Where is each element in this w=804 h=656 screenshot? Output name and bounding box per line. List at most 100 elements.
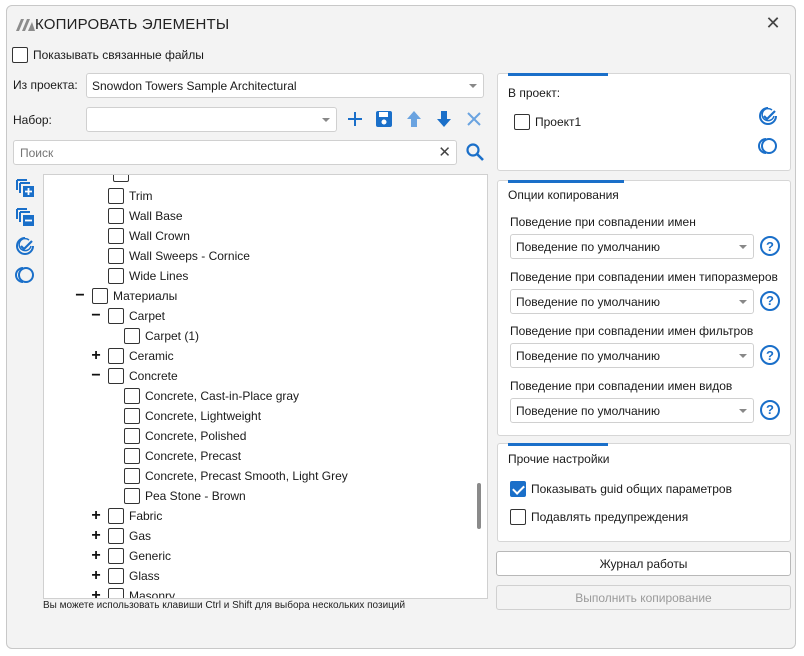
tree-item-checkbox[interactable] bbox=[108, 248, 124, 264]
help-icon[interactable]: ? bbox=[760, 399, 780, 420]
search-input[interactable] bbox=[18, 144, 428, 162]
tree-item-checkbox[interactable] bbox=[92, 288, 108, 304]
select-all-targets-button[interactable] bbox=[756, 104, 780, 128]
add-set-button[interactable] bbox=[343, 107, 367, 131]
tree-item[interactable]: + Fabric bbox=[88, 506, 162, 526]
delete-set-button[interactable] bbox=[462, 107, 486, 131]
tree-item-label: Gas bbox=[129, 529, 152, 543]
clear-search-icon[interactable]: ✕ bbox=[438, 143, 451, 161]
tree-item-checkbox[interactable] bbox=[108, 368, 124, 384]
run-copy-button[interactable]: Выполнить копирование bbox=[496, 585, 791, 610]
tree-item-checkbox[interactable] bbox=[108, 268, 124, 284]
show-guid-checkbox[interactable] bbox=[510, 481, 526, 497]
suppress-warnings-checkbox[interactable] bbox=[510, 509, 526, 525]
tree-item-checkbox[interactable] bbox=[124, 428, 140, 444]
tree-item-checkbox[interactable] bbox=[108, 188, 124, 204]
expand-icon[interactable]: + bbox=[88, 588, 104, 599]
tree-item[interactable]: + Gas bbox=[88, 526, 151, 546]
expand-icon[interactable]: + bbox=[88, 528, 104, 544]
option-select[interactable]: Поведение по умолчанию bbox=[510, 397, 754, 423]
tree-item-label: Concrete bbox=[129, 369, 178, 383]
tree-item[interactable]: + Masonry bbox=[88, 586, 175, 599]
tree-item[interactable]: Concrete, Lightweight bbox=[104, 406, 261, 426]
selection-hint: Вы можете использовать клавиши Ctrl и Sh… bbox=[43, 600, 406, 611]
search-button[interactable] bbox=[463, 140, 487, 164]
deselect-all-targets-button[interactable] bbox=[756, 134, 780, 158]
option-select[interactable]: Поведение по умолчанию bbox=[510, 288, 754, 314]
help-icon[interactable]: ? bbox=[760, 290, 780, 311]
tree-item[interactable]: + Ceramic bbox=[88, 346, 174, 366]
option-select[interactable]: Поведение по умолчанию bbox=[510, 234, 754, 259]
tree-item[interactable]: Concrete, Cast-in-Place gray bbox=[104, 386, 299, 406]
tree-item[interactable]: Concrete, Precast Smooth, Light Grey bbox=[104, 466, 348, 486]
tree-item[interactable]: Pea Stone - Brown bbox=[104, 486, 246, 506]
tree-item[interactable]: − Concrete bbox=[88, 366, 178, 386]
show-linked-files-checkbox[interactable] bbox=[12, 47, 28, 63]
tree-item[interactable]: + Glass bbox=[88, 566, 160, 586]
show-guid-option[interactable]: Показывать guid общих параметров bbox=[510, 481, 732, 497]
expand-icon[interactable]: + bbox=[88, 508, 104, 524]
move-down-button[interactable] bbox=[432, 107, 456, 131]
tree-item-checkbox[interactable] bbox=[108, 308, 124, 324]
tree-item[interactable]: Carpet (1) bbox=[104, 326, 199, 346]
help-icon[interactable]: ? bbox=[760, 345, 780, 365]
suppress-warnings-option[interactable]: Подавлять предупреждения bbox=[510, 509, 688, 525]
tree-item-checkbox[interactable] bbox=[108, 568, 124, 584]
tree-item-checkbox[interactable] bbox=[108, 508, 124, 524]
tree-item-checkbox[interactable] bbox=[108, 348, 124, 364]
save-set-button[interactable] bbox=[372, 107, 396, 131]
collapse-icon[interactable]: − bbox=[88, 308, 104, 324]
target-project-item[interactable]: Проект1 bbox=[514, 114, 581, 130]
tree-item[interactable]: + Generic bbox=[88, 546, 171, 566]
target-project-checkbox[interactable] bbox=[514, 114, 530, 130]
tree-item bbox=[113, 175, 134, 184]
tree-item-checkbox[interactable] bbox=[124, 388, 140, 404]
tree-item[interactable]: Wall Sweeps - Cornice bbox=[88, 246, 250, 266]
select-all-button[interactable] bbox=[13, 234, 37, 258]
tree-item[interactable]: Wide Lines bbox=[88, 266, 188, 286]
tree-item[interactable]: Wall Base bbox=[88, 206, 183, 226]
tree-item-checkbox[interactable] bbox=[108, 228, 124, 244]
tree-item-checkbox[interactable] bbox=[108, 528, 124, 544]
collapse-icon[interactable]: − bbox=[72, 288, 88, 304]
tree-item-checkbox[interactable] bbox=[124, 448, 140, 464]
tree-item-label: Carpet bbox=[129, 309, 166, 323]
expand-all-button[interactable] bbox=[13, 176, 37, 200]
other-settings-panel: Прочие настройки Показывать guid общих п… bbox=[497, 443, 791, 542]
work-log-button[interactable]: Журнал работы bbox=[496, 551, 791, 576]
tree-item-checkbox[interactable] bbox=[124, 488, 140, 504]
deselect-all-button[interactable] bbox=[13, 263, 37, 287]
tree-item-checkbox[interactable] bbox=[108, 548, 124, 564]
tree-item-checkbox[interactable] bbox=[124, 468, 140, 484]
option-select[interactable]: Поведение по умолчанию bbox=[510, 343, 754, 368]
tree-item[interactable]: Concrete, Polished bbox=[104, 426, 246, 446]
show-linked-files-option[interactable]: Показывать связанные файлы bbox=[12, 47, 204, 63]
move-up-button[interactable] bbox=[402, 107, 426, 131]
tree-item[interactable]: Wall Crown bbox=[88, 226, 190, 246]
tree-item-label: Wide Lines bbox=[129, 269, 189, 283]
close-icon[interactable]: ✕ bbox=[763, 13, 783, 33]
expand-icon[interactable]: + bbox=[88, 348, 104, 364]
tree-scrollbar-thumb[interactable] bbox=[477, 483, 481, 529]
collapse-icon[interactable]: − bbox=[88, 368, 104, 384]
help-icon[interactable]: ? bbox=[760, 236, 780, 256]
tree-item[interactable]: Concrete, Precast bbox=[104, 446, 241, 466]
source-project-label: Из проекта: bbox=[13, 78, 78, 92]
set-select[interactable] bbox=[86, 107, 337, 132]
save-icon bbox=[376, 111, 392, 127]
select-all-icon bbox=[759, 107, 777, 125]
tree-item[interactable]: − Материалы bbox=[72, 286, 177, 306]
tree-item-checkbox[interactable] bbox=[124, 328, 140, 344]
tree-item-checkbox[interactable] bbox=[124, 408, 140, 424]
collapse-all-button[interactable] bbox=[13, 205, 37, 229]
source-project-select[interactable]: Snowdon Towers Sample Architectural bbox=[86, 73, 484, 98]
chevron-down-icon bbox=[322, 118, 330, 122]
tree-item-checkbox[interactable] bbox=[108, 588, 124, 598]
tree-item-checkbox[interactable] bbox=[108, 208, 124, 224]
tree-item[interactable]: Trim bbox=[88, 186, 153, 206]
tree-item[interactable]: − Carpet bbox=[88, 306, 165, 326]
copy-options-panel: Опции копирования Поведение при совпаден… bbox=[497, 180, 791, 436]
expand-icon[interactable]: + bbox=[88, 548, 104, 564]
panel-accent-bar bbox=[508, 73, 608, 76]
expand-icon[interactable]: + bbox=[88, 568, 104, 584]
